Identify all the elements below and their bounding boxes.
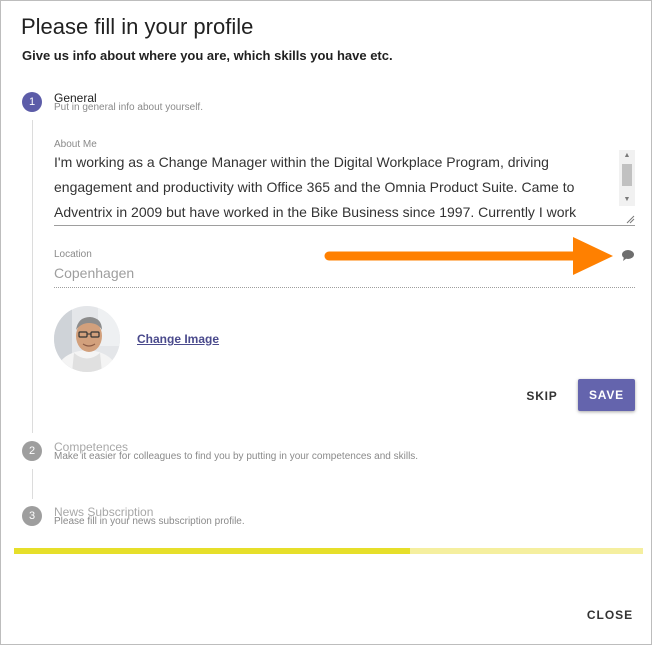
resize-grip-icon[interactable]: [625, 214, 635, 224]
location-label: Location: [54, 249, 92, 260]
scroll-up-arrow-icon[interactable]: ▲: [619, 150, 635, 162]
about-me-label: About Me: [54, 139, 97, 150]
dialog-title: Please fill in your profile: [21, 14, 254, 39]
step-3-subtitle: Please fill in your news subscription pr…: [54, 516, 245, 527]
scroll-down-arrow-icon[interactable]: ▼: [619, 194, 635, 206]
close-button[interactable]: CLOSE: [581, 601, 639, 629]
step-2-number[interactable]: 2: [22, 441, 42, 461]
about-me-field[interactable]: I'm working as a Change Manager within t…: [54, 150, 635, 226]
save-button[interactable]: SAVE: [578, 379, 635, 411]
step-connector: [32, 120, 33, 433]
scrollbar-thumb[interactable]: [622, 164, 632, 186]
profile-dialog: Please fill in your profile Give us info…: [0, 0, 652, 645]
step-connector: [32, 469, 33, 499]
annotation-arrow-icon: [324, 237, 613, 275]
step-3-number[interactable]: 3: [22, 506, 42, 526]
location-input[interactable]: Copenhagen: [54, 265, 134, 281]
location-underline: [54, 287, 635, 288]
change-image-link[interactable]: Change Image: [137, 332, 219, 346]
progress-bar: [14, 548, 643, 554]
skip-button[interactable]: SKIP: [517, 381, 567, 411]
avatar: [54, 306, 120, 372]
about-me-textarea[interactable]: I'm working as a Change Manager within t…: [54, 150, 616, 222]
step-1-subtitle: Put in general info about yourself.: [54, 102, 203, 113]
dialog-subtitle: Give us info about where you are, which …: [22, 48, 393, 63]
profile-photo: [54, 306, 120, 372]
comment-icon[interactable]: [621, 249, 635, 262]
step-1-number[interactable]: 1: [22, 92, 42, 112]
progress-fill: [14, 548, 411, 554]
textarea-scrollbar[interactable]: ▲ ▼: [619, 150, 635, 206]
step-2-subtitle: Make it easier for colleagues to find yo…: [54, 451, 419, 462]
